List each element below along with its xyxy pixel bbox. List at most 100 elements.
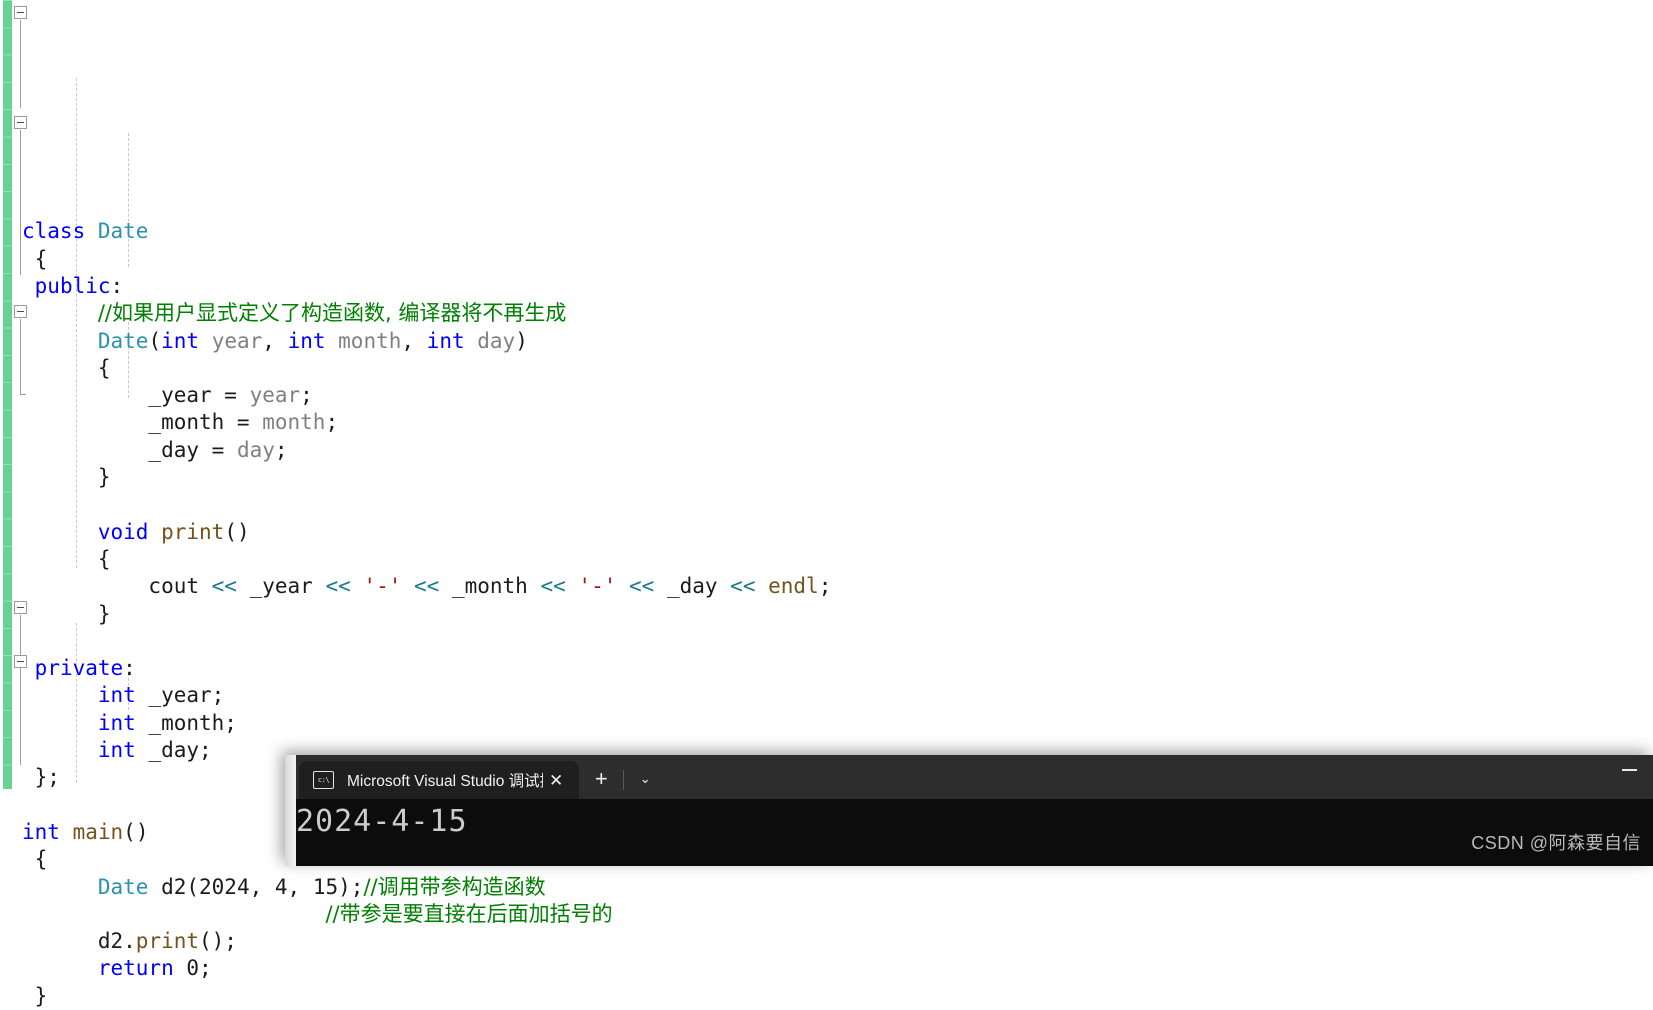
code-token: month — [338, 328, 402, 353]
window-edge-strip — [285, 755, 296, 866]
code-line[interactable]: return 0; — [18, 955, 1653, 982]
code-token: (); — [199, 929, 237, 954]
terminal-titlebar[interactable]: c:\ Microsoft Visual Studio 调试控 ✕ + ⌄ — [285, 755, 1653, 799]
code-token: } — [22, 983, 48, 1008]
code-token: day — [236, 437, 275, 462]
code-token: '-' — [578, 574, 617, 599]
terminal-tab-title: Microsoft Visual Studio 调试控 — [347, 773, 543, 790]
code-token: << — [414, 574, 440, 599]
code-line[interactable]: { — [18, 546, 1653, 573]
code-token: int — [22, 819, 60, 844]
code-token: year — [249, 383, 301, 408]
code-token: print — [135, 929, 200, 954]
code-line[interactable] — [18, 491, 1653, 518]
terminal-window[interactable]: c:\ Microsoft Visual Studio 调试控 ✕ + ⌄ 20… — [285, 755, 1653, 866]
terminal-tab[interactable]: c:\ Microsoft Visual Studio 调试控 ✕ — [299, 761, 580, 799]
code-token: Date — [97, 328, 149, 353]
code-token: , — [401, 328, 427, 353]
code-token: year — [211, 328, 263, 353]
code-line[interactable]: class Date — [18, 218, 1653, 245]
code-line[interactable]: d2.print(); — [18, 928, 1653, 955]
code-token: void — [97, 519, 149, 544]
code-line[interactable]: _month = month; — [18, 409, 1653, 436]
code-token: print — [161, 519, 225, 544]
code-token: cout — [22, 574, 212, 599]
change-indicator-bar — [3, 0, 12, 789]
code-line[interactable]: Date(int year, int month, int day) — [18, 328, 1653, 355]
code-line[interactable]: public: — [18, 273, 1653, 300]
code-line[interactable]: } — [18, 983, 1653, 1010]
code-token: _month = — [22, 410, 263, 435]
code-token: ; — [818, 574, 832, 599]
code-line[interactable]: int _month; — [18, 710, 1653, 737]
code-token: ( — [148, 328, 162, 353]
terminal-output-text: 2024-4-15 — [296, 804, 468, 839]
code-line[interactable]: { — [18, 355, 1653, 382]
code-token: '-' — [363, 574, 402, 599]
code-token: private — [34, 656, 124, 681]
code-token: , — [249, 874, 275, 899]
code-line[interactable]: cout << _year << '-' << _month << '-' <<… — [18, 573, 1653, 600]
code-token: () — [224, 519, 250, 544]
code-token: int — [426, 328, 465, 353]
code-line[interactable]: void print() — [18, 519, 1653, 546]
code-line[interactable]: { — [18, 246, 1653, 273]
code-token: ; — [325, 410, 339, 435]
code-token: Date — [97, 219, 149, 244]
code-token: //调用带参构造函数 — [363, 874, 546, 899]
code-token: { — [22, 246, 48, 271]
code-token: month — [262, 410, 326, 435]
code-token: << — [730, 574, 756, 599]
code-line[interactable] — [18, 628, 1653, 655]
code-editor[interactable]: class Date { public: //如果用户显式定义了构造函数, 编译… — [0, 0, 1653, 1008]
code-line[interactable]: //如果用户显式定义了构造函数, 编译器将不再生成 — [18, 300, 1653, 327]
code-line[interactable]: _day = day; — [18, 437, 1653, 464]
console-icon: c:\ — [313, 771, 334, 789]
code-token: public — [34, 273, 111, 298]
code-token: _month; — [135, 710, 237, 735]
code-token: ; — [199, 956, 212, 981]
code-token: _year — [236, 574, 326, 599]
code-token: _year; — [135, 683, 225, 708]
code-token: int — [287, 328, 326, 353]
code-token: : — [123, 656, 136, 681]
code-token: int — [161, 328, 200, 353]
code-token: { — [22, 355, 111, 380]
code-token: _day = — [22, 437, 237, 462]
code-line[interactable]: Date d2(2024, 4, 15);//调用带参构造函数 — [18, 874, 1653, 901]
code-token: << — [540, 574, 566, 599]
new-tab-button[interactable]: + — [579, 761, 623, 799]
code-line[interactable]: private: — [18, 655, 1653, 682]
chevron-down-icon[interactable]: ⌄ — [624, 761, 666, 799]
code-line[interactable]: //带参是要直接在后面加括号的 — [18, 901, 1653, 928]
code-token: { — [22, 847, 48, 872]
close-icon[interactable]: ✕ — [543, 772, 569, 789]
code-token: , — [287, 874, 313, 899]
terminal-output-area[interactable]: 2024-4-15 CSDN @阿森要自信 — [285, 755, 1653, 866]
window-controls[interactable] — [1607, 755, 1653, 785]
code-token: ); — [338, 874, 364, 899]
minimize-icon[interactable] — [1607, 755, 1653, 785]
code-token: } — [22, 601, 111, 626]
code-token: _year = — [22, 383, 250, 408]
code-token: day — [477, 328, 516, 353]
code-line[interactable]: } — [18, 464, 1653, 491]
code-line[interactable]: _year = year; — [18, 382, 1653, 409]
code-line[interactable]: int _year; — [18, 682, 1653, 709]
code-line[interactable]: } — [18, 601, 1653, 628]
code-token: 0 — [186, 956, 200, 981]
code-token: int — [97, 710, 136, 735]
